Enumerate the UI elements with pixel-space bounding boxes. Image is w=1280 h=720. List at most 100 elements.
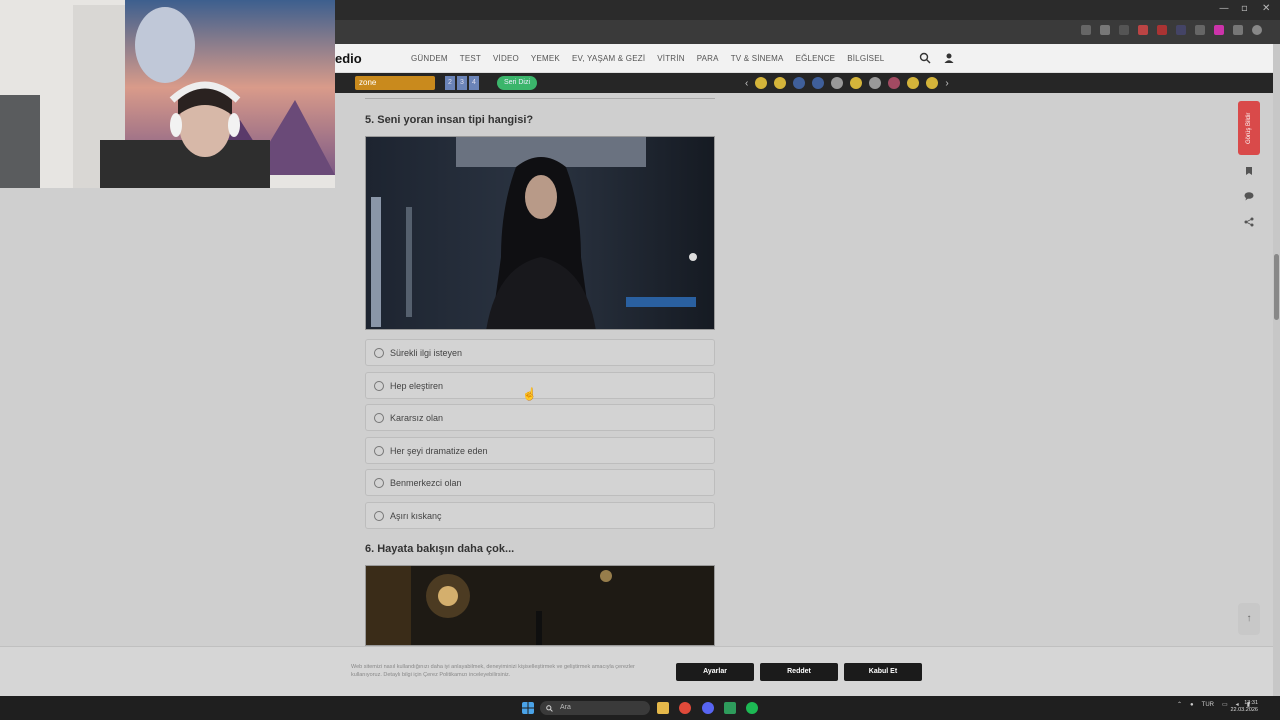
question-5-title: 5. Seni yoran insan tipi hangisi?	[365, 114, 534, 126]
number-tile: 4	[469, 76, 479, 90]
close-icon[interactable]: ✕	[1262, 3, 1270, 14]
puzzle-icon[interactable]	[1233, 25, 1243, 35]
nav-item-ev-yasam-gezi[interactable]: EV, YAŞAM & GEZİ	[572, 54, 645, 63]
language-indicator[interactable]: TUR	[1202, 702, 1214, 708]
feedback-button[interactable]: Görüş Bildir	[1238, 101, 1260, 155]
scroll-to-top-button[interactable]: ↑	[1238, 603, 1260, 635]
nav-item-eglence[interactable]: EĞLENCE	[796, 54, 836, 63]
windows-start-icon[interactable]	[522, 702, 534, 714]
chevron-up-icon[interactable]: ⌃	[1177, 701, 1182, 708]
user-icon[interactable]	[943, 52, 955, 64]
answer-option[interactable]: Kararsız olan	[365, 404, 715, 431]
number-tile: 3	[457, 76, 467, 90]
cookie-consent-bar: Web sitemizi nasıl kullandığınızı daha i…	[0, 646, 1273, 696]
search-icon[interactable]	[919, 52, 931, 64]
nav-item-tv-sinema[interactable]: TV & SİNEMA	[731, 54, 784, 63]
cookie-settings-button[interactable]: Ayarlar	[676, 663, 754, 681]
extension-icon[interactable]	[1176, 25, 1186, 35]
taskbar-search[interactable]: Ara	[540, 701, 650, 715]
extension-icon[interactable]	[1214, 25, 1224, 35]
site-logo[interactable]: edio	[335, 51, 362, 66]
emoji-icon[interactable]	[793, 77, 806, 89]
spotify-icon[interactable]	[746, 702, 758, 714]
microphone-icon[interactable]: ●	[1190, 702, 1194, 708]
answer-label: Hep eleştiren	[390, 381, 444, 391]
cookie-reject-button[interactable]: Reddet	[760, 663, 838, 681]
number-tile: 2	[445, 76, 455, 90]
section-divider	[365, 93, 715, 99]
answer-label: Benmerkezci olan	[390, 478, 462, 488]
answer-option[interactable]: Aşırı kıskanç	[365, 502, 715, 529]
emoji-icon[interactable]	[755, 77, 768, 89]
answer-label: Sürekli ilgi isteyen	[390, 348, 463, 358]
taskbar-clock[interactable]: 13:31 22.03.2026	[1230, 700, 1258, 714]
emoji-reactions: ‹ ›	[745, 77, 949, 89]
scrollbar-thumb[interactable]	[1274, 254, 1279, 320]
extension-icon[interactable]	[1138, 25, 1148, 35]
main-nav: GÜNDEM TEST VİDEO YEMEK EV, YAŞAM & GEZİ…	[411, 54, 884, 63]
promo-emoji-bar: zone 2 3 4 Seri Dizi ‹ ›	[335, 73, 1273, 93]
webcam-overlay	[0, 0, 335, 188]
answer-label: Kararsız olan	[390, 413, 444, 423]
page-scrollbar[interactable]	[1273, 44, 1280, 696]
radio-button[interactable]	[374, 511, 384, 521]
chevron-right-icon[interactable]: ›	[945, 78, 948, 89]
emoji-icon[interactable]	[926, 77, 939, 89]
radio-button[interactable]	[374, 348, 384, 358]
question-5-image	[365, 136, 715, 330]
clock-date: 22.03.2026	[1230, 707, 1258, 713]
extension-icon[interactable]	[1157, 25, 1167, 35]
emoji-icon[interactable]	[850, 77, 863, 89]
answer-label: Aşırı kıskanç	[390, 511, 442, 521]
answer-option[interactable]: Hep eleştiren	[365, 372, 715, 399]
radio-button[interactable]	[374, 413, 384, 423]
radio-button[interactable]	[374, 381, 384, 391]
extension-icon[interactable]	[1119, 25, 1129, 35]
answer-option[interactable]: Benmerkezci olan	[365, 469, 715, 496]
cookie-text: Web sitemizi nasıl kullandığınızı daha i…	[351, 664, 635, 678]
nav-item-para[interactable]: PARA	[697, 54, 719, 63]
chrome-icon[interactable]	[679, 702, 691, 714]
profile-icon[interactable]	[1252, 25, 1262, 35]
star-icon[interactable]	[1100, 25, 1110, 35]
share-icon[interactable]	[1244, 217, 1254, 227]
extension-icons	[1081, 25, 1262, 35]
app-icon[interactable]	[724, 702, 736, 714]
mouse-cursor: ☝	[522, 387, 537, 401]
emoji-icon[interactable]	[774, 77, 787, 89]
maximize-icon[interactable]: ▫	[1241, 3, 1248, 14]
emoji-icon[interactable]	[907, 77, 920, 89]
nav-item-gundem[interactable]: GÜNDEM	[411, 54, 448, 63]
nav-item-yemek[interactable]: YEMEK	[531, 54, 560, 63]
comment-icon[interactable]	[1244, 191, 1254, 201]
discord-icon[interactable]	[702, 702, 714, 714]
nav-item-test[interactable]: TEST	[460, 54, 481, 63]
seri-dizi-button[interactable]: Seri Dizi	[497, 76, 537, 90]
nav-item-bilgisel[interactable]: BİLGİSEL	[847, 54, 884, 63]
file-explorer-icon[interactable]	[657, 702, 669, 714]
zone-banner[interactable]: zone	[355, 76, 435, 90]
clock-time: 13:31	[1244, 700, 1258, 706]
emoji-icon[interactable]	[812, 77, 825, 89]
emoji-icon[interactable]	[888, 77, 901, 89]
question-6-title: 6. Hayata bakışın daha çok...	[365, 543, 515, 555]
extension-icon[interactable]	[1195, 25, 1205, 35]
minimize-icon[interactable]: —	[1219, 3, 1229, 14]
network-icon[interactable]: ▭	[1222, 701, 1228, 708]
emoji-icon[interactable]	[831, 77, 844, 89]
answer-option[interactable]: Sürekli ilgi isteyen	[365, 339, 715, 366]
radio-button[interactable]	[374, 478, 384, 488]
cookie-accept-button[interactable]: Kabul Et	[844, 663, 922, 681]
radio-button[interactable]	[374, 446, 384, 456]
chevron-left-icon[interactable]: ‹	[745, 78, 748, 89]
answer-option[interactable]: Her şeyi dramatize eden	[365, 437, 715, 464]
nav-item-vitrin[interactable]: VİTRİN	[657, 54, 684, 63]
extension-icon[interactable]	[1081, 25, 1091, 35]
question-6-image	[365, 565, 715, 646]
number-strip: 2 3 4	[445, 76, 479, 90]
nav-item-video[interactable]: VİDEO	[493, 54, 519, 63]
answer-label: Her şeyi dramatize eden	[390, 446, 488, 456]
emoji-icon[interactable]	[869, 77, 882, 89]
bookmark-icon[interactable]	[1244, 166, 1254, 176]
search-icon	[546, 705, 553, 712]
